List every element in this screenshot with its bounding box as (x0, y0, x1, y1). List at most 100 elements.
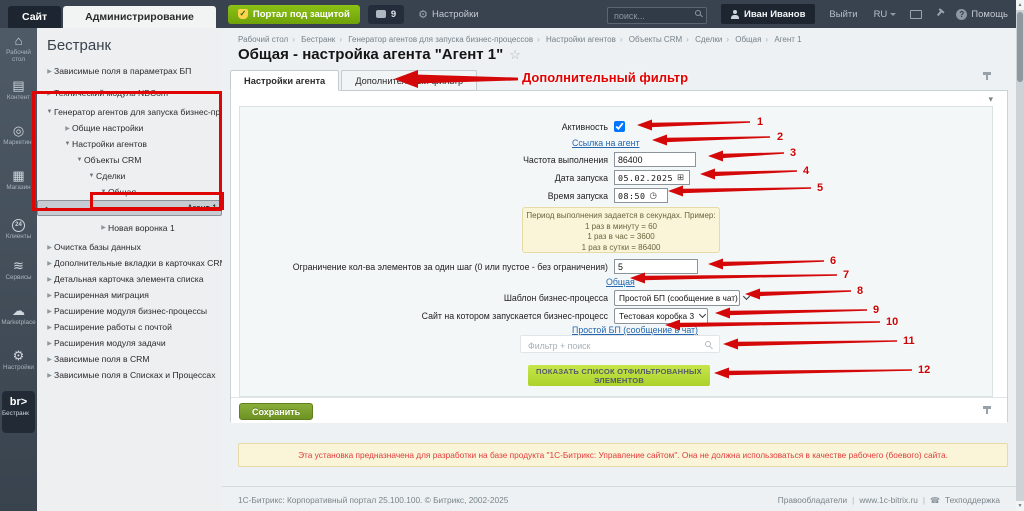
help-button[interactable]: ? Помощь (956, 9, 1008, 20)
desktop-view-icon[interactable] (910, 10, 922, 19)
menu-item[interactable]: Расширение работы с почтой (37, 319, 222, 335)
demo-warning-text: Эта установка предназначена для разработ… (298, 450, 948, 460)
rights-link[interactable]: Правообладатели (778, 495, 847, 505)
bitrix-site-link[interactable]: www.1c-bitrix.ru (859, 495, 918, 505)
scrollbar[interactable]: ▲ ▼ (1016, 0, 1024, 511)
rail-item-shop[interactable]: ▦ Магазин (0, 163, 37, 208)
row-site: Сайт на котором запускается бизнес-проце… (240, 308, 992, 324)
breadcrumb-item[interactable]: Общая (735, 35, 761, 44)
logout-link[interactable]: Выйти (829, 9, 857, 20)
menu-item-agent-1[interactable]: Агент 1 (37, 200, 222, 216)
menu-item[interactable]: Расширение модуля бизнес-процессы (37, 303, 222, 319)
breadcrumb-item[interactable]: Рабочий стол (238, 35, 288, 44)
collapse-arrow-icon (45, 260, 54, 267)
menu-item[interactable]: Сделки (37, 168, 222, 184)
menu-item[interactable]: Дополнительные вкладки в карточках CRM (37, 255, 222, 271)
scrollbar-thumb[interactable] (1017, 12, 1023, 82)
breadcrumb-item[interactable]: Настройки агентов (546, 35, 616, 44)
filter-search-input[interactable] (521, 338, 719, 354)
group-link[interactable]: Общая (606, 277, 635, 287)
pin-form-top-icon[interactable] (982, 72, 992, 83)
pin-topbar-icon[interactable] (932, 7, 946, 21)
favorite-star-icon[interactable]: ☆ (509, 47, 521, 62)
scroll-up-icon[interactable]: ▲ (1016, 0, 1024, 10)
menu-item[interactable]: Новая воронка 1 (37, 216, 222, 239)
row-frequency: Частота выполнения (240, 152, 992, 167)
rail-item-desktop[interactable]: ⌂ Рабочий стол (0, 28, 37, 73)
notifications-button[interactable]: 9 (368, 5, 404, 24)
start-date-input[interactable]: 05.02.2025 ⊞ (614, 170, 690, 185)
menu-item[interactable]: Общие настройки (37, 120, 222, 136)
menu-item[interactable]: Детальная карточка элемента списка (37, 271, 222, 287)
chevron-down-icon (743, 293, 750, 300)
rail-label: Рабочий стол (0, 49, 37, 63)
rail-item-marketing[interactable]: ◎ Маркетинг (0, 118, 37, 163)
date-label: Дата запуска (240, 173, 614, 183)
menu-item-agent-generator[interactable]: Генератор агентов для запуска бизнес-про… (37, 104, 222, 120)
menu-item[interactable]: Общая (37, 184, 222, 200)
menu-label: Общие настройки (72, 123, 143, 133)
help-label: Помощь (971, 9, 1008, 20)
limit-input[interactable] (614, 259, 698, 274)
footer-copyright: 1С-Битрикс: Корпоративный портал 25.100.… (238, 495, 508, 505)
show-filtered-list-button[interactable]: ПОКАЗАТЬ СПИСОК ОТФИЛЬТРОВАННЫХ ЭЛЕМЕНТО… (528, 365, 710, 386)
topbar-settings-button[interactable]: ⚙ Настройки (418, 8, 478, 21)
scroll-down-icon[interactable]: ▼ (1016, 501, 1024, 511)
menu-item[interactable]: Расширенная миграция (37, 287, 222, 303)
breadcrumb-item[interactable]: Агент 1 (774, 35, 801, 44)
menu-item[interactable]: Настройки агентов (37, 136, 222, 152)
expand-arrow-icon (75, 157, 84, 163)
breadcrumb-item[interactable]: Бестранк (301, 35, 335, 44)
collapse-chevron-icon[interactable]: ▾ (988, 94, 993, 104)
rail-item-services[interactable]: ≋ Сервисы (0, 253, 37, 298)
collapse-arrow-icon (45, 90, 54, 97)
rail-item-marketplace[interactable]: ☁ Marketplace (0, 298, 37, 343)
activity-checkbox[interactable] (614, 121, 625, 132)
menu-item[interactable]: Объекты CRM (37, 152, 222, 168)
rail-item-bestrank[interactable]: br> Бестранк (2, 391, 35, 433)
breadcrumb-item[interactable]: Генератор агентов для запуска бизнес-про… (348, 35, 533, 44)
topbar-settings-label: Настройки (432, 9, 479, 20)
frequency-input[interactable] (614, 152, 696, 167)
rail-item-clients[interactable]: 24 Клиенты (0, 208, 37, 253)
rail-item-content[interactable]: ▤ Контент (0, 73, 37, 118)
notifications-count: 9 (391, 9, 396, 20)
site-select[interactable]: Тестовая коробка 3 (614, 308, 708, 324)
calendar-icon[interactable]: ⊞ (677, 173, 684, 182)
tab-agent-settings[interactable]: Настройки агента (230, 70, 339, 91)
tab-administration[interactable]: Администрирование (63, 6, 216, 28)
support-link[interactable]: Техподдержка (945, 495, 1000, 505)
basket-icon: ▦ (0, 168, 37, 183)
agent-link[interactable]: Ссылка на агент (572, 138, 639, 148)
menu-label: Зависимые поля в параметрах БП (54, 66, 191, 76)
bp-template-link[interactable]: Простой БП (сообщение в чат) (572, 325, 698, 335)
period-note: Период выполнения задается в секундах. П… (522, 207, 720, 253)
pin-form-bottom-icon[interactable] (982, 406, 992, 417)
language-selector[interactable]: RU (874, 9, 897, 20)
help-icon: ? (956, 9, 967, 20)
breadcrumb-item[interactable]: Сделки (695, 35, 722, 44)
save-button[interactable]: Сохранить (239, 403, 313, 420)
note-line: 1 раз в минуту = 60 (523, 222, 719, 233)
clock-icon[interactable]: ◷ (649, 191, 656, 200)
user-menu-button[interactable]: Иван Иванов (721, 4, 815, 24)
menu-item[interactable]: Очистка базы данных (37, 239, 222, 255)
rail-item-settings[interactable]: ⚙ Настройки (0, 343, 37, 388)
menu-item[interactable]: Технический модуль NBCom (37, 82, 222, 104)
portal-protected-button[interactable]: ✓ Портал под защитой (228, 5, 360, 24)
search-input[interactable] (607, 7, 707, 24)
tab-site[interactable]: Сайт (8, 6, 61, 28)
menu-item[interactable]: Расширения модуля задачи (37, 335, 222, 351)
menu-item[interactable]: Зависимые поля в Списках и Процессах (37, 367, 222, 383)
breadcrumb-item[interactable]: Объекты CRM (629, 35, 682, 44)
menu-item[interactable]: Зависимые поля в параметрах БП (37, 60, 222, 82)
menu-item[interactable]: Зависимые поля в CRM (37, 351, 222, 367)
tab-additional-filter[interactable]: Дополнительный фильтр (341, 70, 477, 91)
breadcrumb-separator-icon: › (620, 35, 623, 44)
breadcrumb-separator-icon: › (537, 35, 540, 44)
template-select[interactable]: Простой БП (сообщение в чат) (614, 290, 740, 306)
left-rail: ⌂ Рабочий стол ▤ Контент ◎ Маркетинг ▦ М… (0, 28, 37, 511)
start-time-input[interactable]: 08:50 ◷ (614, 188, 668, 203)
collapse-arrow-icon (99, 224, 108, 231)
row-agent-link: Ссылка на агент (240, 138, 992, 148)
